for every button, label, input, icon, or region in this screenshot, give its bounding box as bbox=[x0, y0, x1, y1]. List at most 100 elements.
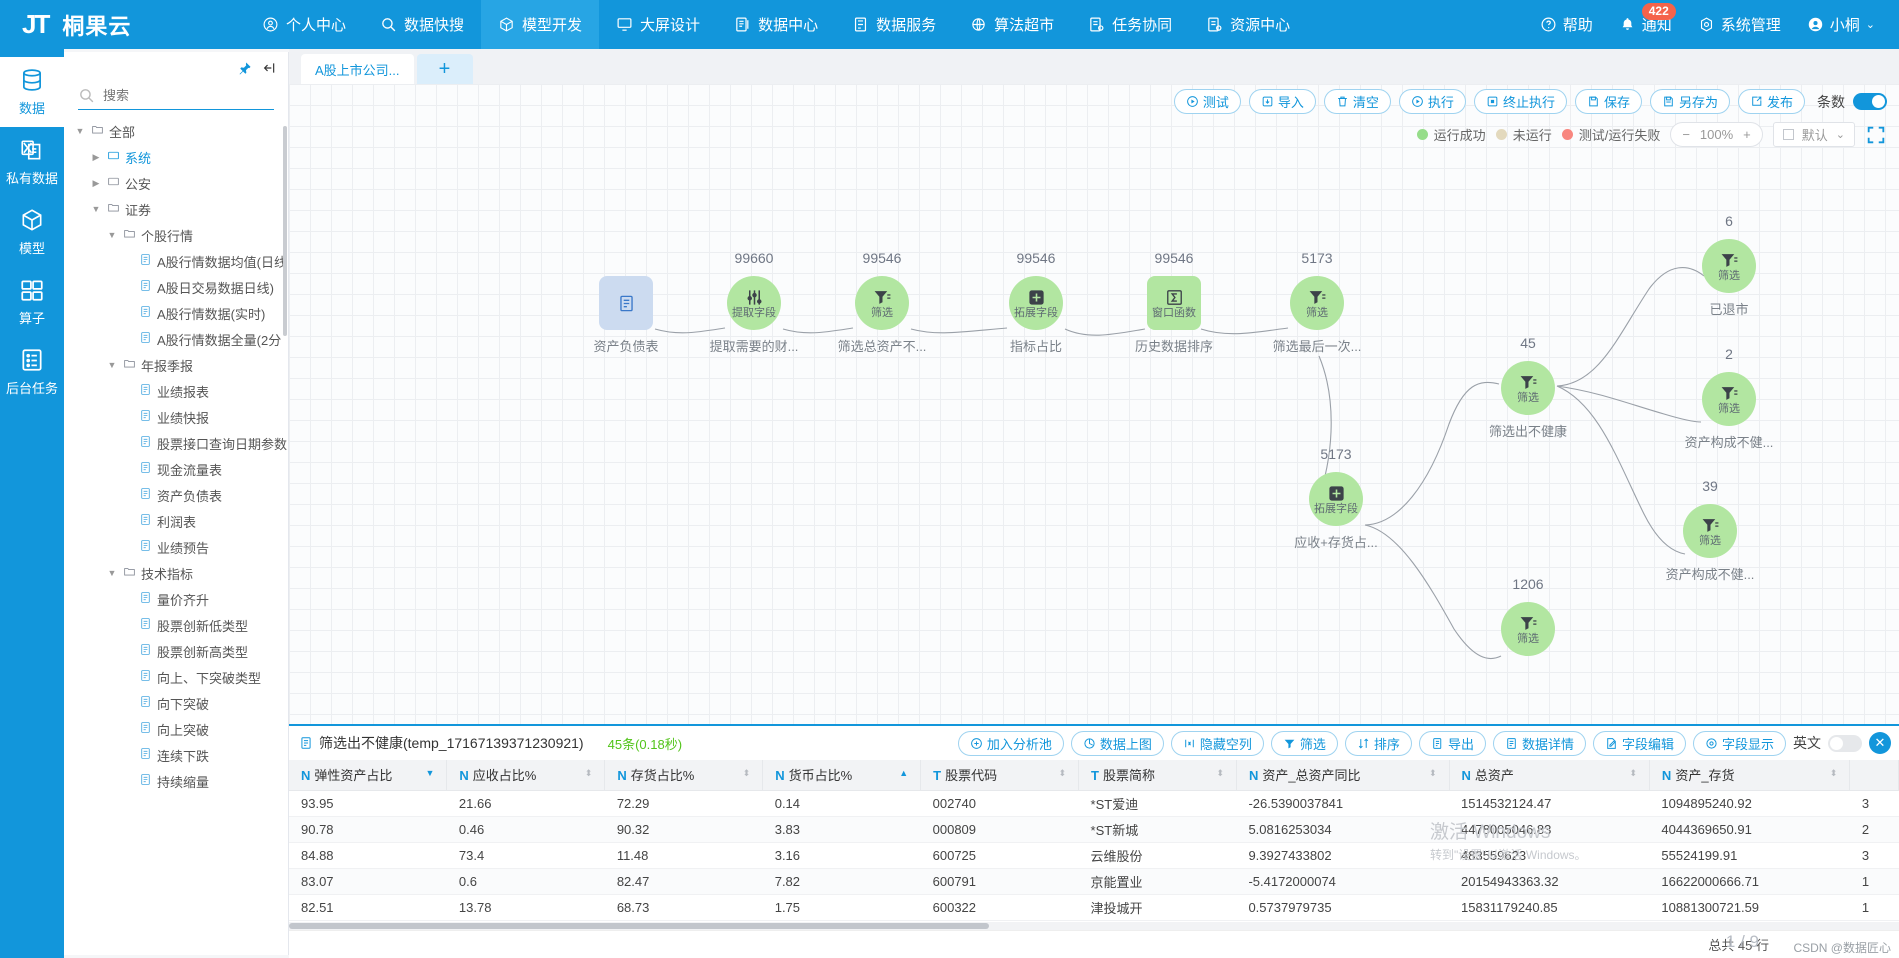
collapse-panel-icon[interactable] bbox=[262, 61, 276, 75]
flow-node-shape[interactable]: 筛选 bbox=[1501, 602, 1555, 656]
nav-item-model-dev[interactable]: 模型开发 bbox=[481, 0, 599, 49]
caret-down-icon[interactable]: ▼ bbox=[106, 568, 118, 578]
tree-node[interactable]: 向下突破 bbox=[64, 690, 288, 716]
flow-node[interactable]: 99546筛选筛选总资产不... bbox=[855, 276, 909, 330]
flow-node-shape[interactable]: 筛选 bbox=[1702, 372, 1756, 426]
add-tab-button[interactable]: + bbox=[417, 54, 473, 84]
rail-item-background-task[interactable]: 后台任务 bbox=[0, 337, 64, 407]
tree-node[interactable]: 股票创新高类型 bbox=[64, 638, 288, 664]
column-sorter-icon[interactable]: ⬍ bbox=[1429, 769, 1437, 778]
table-row[interactable]: 82.5113.7868.731.75600322津投城开0.573797973… bbox=[289, 894, 1899, 920]
flow-node-shape[interactable]: 筛选 bbox=[1702, 239, 1756, 293]
clear-button[interactable]: 清空 bbox=[1324, 89, 1391, 114]
tree-node[interactable]: ▼技术指标 bbox=[64, 560, 288, 586]
publish-button[interactable]: 发布 bbox=[1738, 89, 1805, 114]
table-column-header[interactable]: T股票代码⬍ bbox=[921, 760, 1079, 790]
tree-node[interactable]: ▼个股行情 bbox=[64, 222, 288, 248]
tree-node[interactable]: 向上突破 bbox=[64, 716, 288, 742]
flow-node-shape[interactable]: 拓展字段 bbox=[1009, 276, 1063, 330]
column-sorter-icon[interactable]: ⬍ bbox=[743, 769, 751, 778]
add-to-analysis-pool-button[interactable]: 加入分析池 bbox=[958, 731, 1064, 756]
rail-item-data[interactable]: 数据 bbox=[0, 57, 64, 127]
rail-item-operator[interactable]: 算子 bbox=[0, 267, 64, 337]
fullscreen-button[interactable] bbox=[1865, 124, 1887, 146]
filter-button[interactable]: 筛选 bbox=[1271, 731, 1338, 756]
tree-node[interactable]: A股日交易数据日线) bbox=[64, 274, 288, 300]
column-sorter-icon[interactable]: ⬍ bbox=[1629, 769, 1637, 778]
layout-select[interactable]: 默认 ⌄ bbox=[1773, 122, 1855, 147]
table-column-header[interactable]: N资产_存货⬍ bbox=[1649, 760, 1849, 790]
caret-down-icon[interactable]: ▼ bbox=[74, 126, 86, 136]
tree-node[interactable]: A股行情数据均值(日线 bbox=[64, 248, 288, 274]
tree-node[interactable]: ▼全部 bbox=[64, 118, 288, 144]
table-row[interactable]: 90.780.4690.323.83000809*ST新城5.081625303… bbox=[289, 816, 1899, 842]
table-column-header[interactable]: N货币占比%▲ bbox=[763, 760, 921, 790]
system-admin-button[interactable]: 系统管理 bbox=[1688, 14, 1791, 35]
result-table-wrap[interactable]: N弹性资产占比▼N应收占比%⬍N存货占比%⬍N货币占比%▲T股票代码⬍T股票简称… bbox=[289, 760, 1899, 925]
column-sorter-icon[interactable]: ▲ bbox=[899, 769, 908, 778]
pin-icon[interactable] bbox=[238, 61, 252, 75]
table-column-header[interactable]: N总资产⬍ bbox=[1449, 760, 1649, 790]
tree-node[interactable]: 利润表 bbox=[64, 508, 288, 534]
table-column-header[interactable]: N资产_总资产同比⬍ bbox=[1236, 760, 1449, 790]
flow-node[interactable]: 6筛选已退市 bbox=[1702, 239, 1756, 293]
rail-item-model[interactable]: 模型 bbox=[0, 197, 64, 267]
close-result-button[interactable]: ✕ bbox=[1869, 732, 1891, 754]
export-button[interactable]: 导出 bbox=[1419, 731, 1486, 756]
flow-node[interactable]: 1206筛选 bbox=[1501, 602, 1555, 656]
nav-item-algorithm-market[interactable]: 算法超市 bbox=[953, 0, 1071, 49]
count-toggle[interactable] bbox=[1853, 93, 1887, 110]
table-column-header[interactable]: N应收占比%⬍ bbox=[447, 760, 605, 790]
tree-node[interactable]: 业绩预告 bbox=[64, 534, 288, 560]
nav-item-data-service[interactable]: 数据服务 bbox=[835, 0, 953, 49]
flow-node[interactable]: 5173筛选筛选最后一次... bbox=[1290, 276, 1344, 330]
save-button[interactable]: 保存 bbox=[1575, 89, 1642, 114]
table-row[interactable]: 83.070.682.477.82600791京能置业-5.4172000074… bbox=[289, 868, 1899, 894]
tree-node[interactable]: 现金流量表 bbox=[64, 456, 288, 482]
flow-node[interactable]: 2筛选资产构成不健... bbox=[1702, 372, 1756, 426]
table-column-header[interactable]: N存货占比%⬍ bbox=[605, 760, 763, 790]
flow-node[interactable]: 5173拓展字段应收+存货占... bbox=[1309, 472, 1363, 526]
nav-item-screen-design[interactable]: 大屏设计 bbox=[599, 0, 717, 49]
flow-node-shape[interactable]: 筛选 bbox=[1683, 504, 1737, 558]
notification-button[interactable]: 通知 422 bbox=[1609, 14, 1682, 35]
tree-node[interactable]: ▼年报季报 bbox=[64, 352, 288, 378]
help-button[interactable]: 帮助 bbox=[1530, 14, 1603, 35]
zoom-control[interactable]: − 100% + bbox=[1670, 122, 1762, 147]
caret-down-icon[interactable]: ▼ bbox=[106, 230, 118, 240]
flow-node-shape[interactable] bbox=[599, 276, 653, 330]
caret-right-icon[interactable]: ▶ bbox=[90, 178, 102, 189]
column-sorter-icon[interactable]: ⬍ bbox=[585, 769, 593, 778]
data-to-chart-button[interactable]: 数据上图 bbox=[1071, 731, 1164, 756]
tree-node[interactable]: 股票创新低类型 bbox=[64, 612, 288, 638]
tree-node[interactable]: A股行情数据(实时) bbox=[64, 300, 288, 326]
column-sorter-icon[interactable]: ▼ bbox=[425, 769, 434, 778]
tree-node[interactable]: 向上、下突破类型 bbox=[64, 664, 288, 690]
table-row[interactable]: 84.8873.411.483.16600725云维股份9.3927433802… bbox=[289, 842, 1899, 868]
caret-down-icon[interactable]: ▼ bbox=[90, 204, 102, 214]
zoom-in-button[interactable]: + bbox=[1743, 127, 1751, 142]
tree-node[interactable]: ▶公安 bbox=[64, 170, 288, 196]
tree-node[interactable]: ▼证券 bbox=[64, 196, 288, 222]
tree-scrollbar[interactable] bbox=[283, 126, 287, 336]
column-sorter-icon[interactable]: ⬍ bbox=[1830, 769, 1838, 778]
field-edit-button[interactable]: 字段编辑 bbox=[1593, 731, 1686, 756]
language-toggle[interactable] bbox=[1828, 735, 1862, 752]
flow-node[interactable]: 99546拓展字段指标占比 bbox=[1009, 276, 1063, 330]
tab-model[interactable]: A股上市公司... bbox=[301, 54, 414, 84]
table-row[interactable]: 93.9521.6672.290.14002740*ST爱迪-26.539003… bbox=[289, 790, 1899, 816]
table-horizontal-scrollbar[interactable] bbox=[289, 922, 1899, 930]
data-detail-button[interactable]: 数据详情 bbox=[1493, 731, 1586, 756]
tree-node[interactable]: A股行情数据全量(2分 bbox=[64, 326, 288, 352]
caret-right-icon[interactable]: ▶ bbox=[90, 152, 102, 163]
stop-execute-button[interactable]: 终止执行 bbox=[1474, 89, 1567, 114]
nav-item-data-center[interactable]: 数据中心 bbox=[717, 0, 835, 49]
tree-node[interactable]: 业绩报表 bbox=[64, 378, 288, 404]
flow-node[interactable]: 资产负债表 bbox=[599, 276, 653, 330]
table-column-header[interactable] bbox=[1850, 760, 1899, 790]
search-input[interactable] bbox=[103, 88, 253, 103]
nav-item-personal[interactable]: 个人中心 bbox=[245, 0, 363, 49]
flow-node-shape[interactable]: 筛选 bbox=[855, 276, 909, 330]
flow-node-shape[interactable]: 提取字段 bbox=[727, 276, 781, 330]
flow-node[interactable]: 99546窗口函数历史数据排序 bbox=[1147, 276, 1201, 330]
